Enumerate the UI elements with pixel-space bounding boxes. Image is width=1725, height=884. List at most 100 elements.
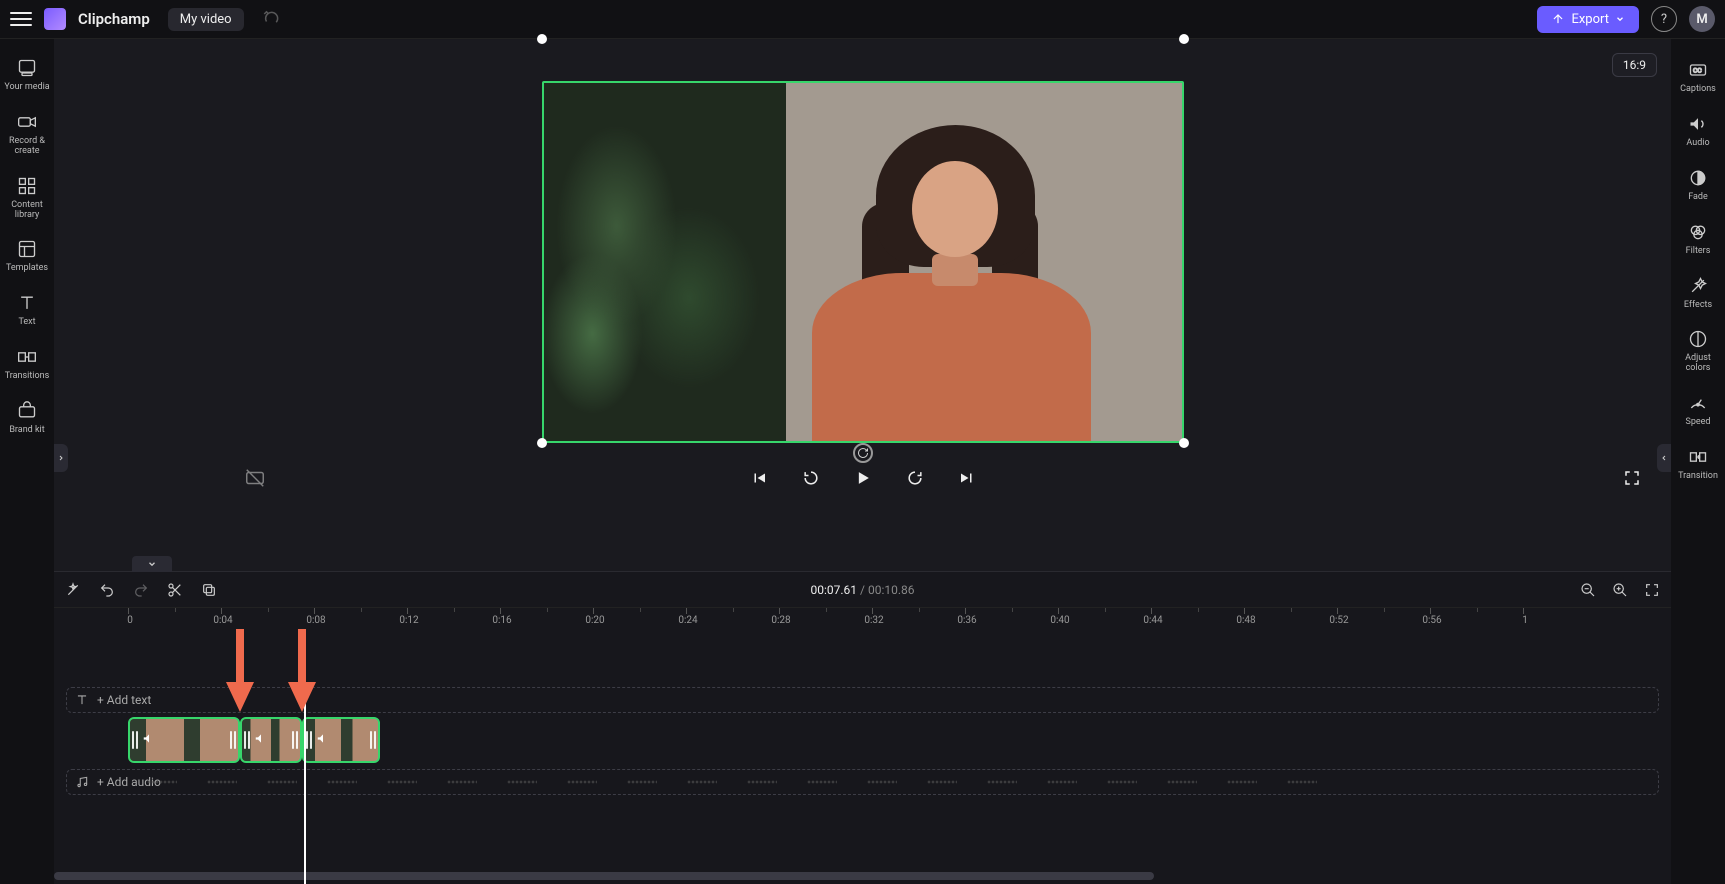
sidebar-item-label: Your media — [4, 83, 49, 93]
brandkit-icon — [16, 400, 38, 422]
video-preview-canvas[interactable] — [542, 81, 1184, 443]
sidebar-item-label: Transitions — [5, 372, 50, 382]
video-clip-2[interactable] — [240, 717, 303, 763]
right-item-effects[interactable]: Effects — [1671, 269, 1725, 321]
preview-frame-content — [544, 83, 1182, 441]
sidebar-item-record-create[interactable]: Record & create — [0, 103, 54, 165]
playback-time-display: 00:07.61 / 00:10.86 — [811, 583, 915, 597]
sidebar-item-your-media[interactable]: Your media — [0, 49, 54, 101]
play-button[interactable] — [852, 467, 874, 489]
sidebar-item-brand-kit[interactable]: Brand kit — [0, 392, 54, 444]
skip-start-button[interactable] — [748, 467, 770, 489]
right-item-transition[interactable]: Transition — [1671, 440, 1725, 492]
filters-icon — [1687, 221, 1709, 243]
video-clip-3[interactable] — [302, 717, 380, 763]
chevron-left-icon — [1660, 453, 1668, 463]
clip-trim-right[interactable] — [368, 719, 378, 761]
help-button[interactable]: ? — [1651, 6, 1677, 32]
clip-volume-icon — [254, 731, 268, 750]
clip-trim-left[interactable] — [130, 719, 140, 761]
right-item-label: Speed — [1685, 418, 1710, 428]
svg-text:CC: CC — [1693, 67, 1702, 75]
export-button[interactable]: Export — [1537, 6, 1639, 33]
resize-handle-top-right[interactable] — [1179, 34, 1189, 44]
sidebar-item-label: Templates — [6, 264, 48, 274]
timeline-collapse-button[interactable] — [132, 556, 172, 572]
right-item-speed[interactable]: Speed — [1671, 386, 1725, 438]
right-item-label: Fade — [1688, 193, 1708, 203]
templates-icon — [16, 238, 38, 260]
clip-trim-left[interactable] — [242, 719, 252, 761]
upload-icon — [1551, 12, 1565, 26]
expand-right-panel-button[interactable] — [1657, 444, 1671, 472]
right-item-audio[interactable]: Audio — [1671, 107, 1725, 159]
project-title[interactable]: My video — [168, 8, 244, 31]
right-item-label: Filters — [1686, 247, 1711, 257]
resize-handle-top-left[interactable] — [537, 34, 547, 44]
hamburger-menu[interactable] — [10, 8, 32, 30]
sidebar-item-label: Brand kit — [9, 426, 44, 436]
scrollbar-thumb[interactable] — [54, 872, 1154, 880]
split-button[interactable] — [166, 581, 184, 599]
zoom-in-button[interactable] — [1611, 581, 1629, 599]
playhead[interactable] — [304, 629, 306, 884]
add-audio-label: + Add audio — [97, 775, 161, 789]
transitions-icon — [16, 346, 38, 368]
right-item-label: Effects — [1684, 301, 1712, 311]
copy-button[interactable] — [200, 581, 218, 599]
text-icon — [75, 693, 89, 707]
sidebar-item-content-library[interactable]: Content library — [0, 167, 54, 229]
right-item-label: Captions — [1680, 85, 1716, 95]
fade-icon — [1687, 167, 1709, 189]
rewind-5s-button[interactable] — [800, 467, 822, 489]
sidebar-item-templates[interactable]: Templates — [0, 230, 54, 282]
current-time: 00:07.61 — [811, 583, 858, 597]
sidebar-item-label: Text — [18, 318, 35, 328]
skip-end-button[interactable] — [956, 467, 978, 489]
magic-tool-button[interactable] — [64, 581, 82, 599]
music-icon — [75, 775, 89, 789]
audio-icon — [1687, 113, 1709, 135]
text-icon — [16, 292, 38, 314]
forward-5s-button[interactable] — [904, 467, 926, 489]
timeline-tracks-area[interactable]: + Add text + Add audio — [54, 629, 1671, 884]
right-item-filters[interactable]: Filters — [1671, 215, 1725, 267]
sync-status-icon — [262, 8, 280, 30]
effects-icon — [1687, 275, 1709, 297]
clip-trim-right[interactable] — [290, 719, 300, 761]
zoom-fit-button[interactable] — [1643, 581, 1661, 599]
video-clip-1[interactable] — [128, 717, 240, 763]
timeline-horizontal-scrollbar[interactable] — [54, 872, 1671, 880]
timeline-ruler[interactable]: 00:040:080:120:160:200:240:280:320:360:4… — [54, 607, 1671, 629]
total-duration: 00:10.86 — [868, 583, 915, 597]
clipchamp-logo — [44, 8, 66, 30]
clip-volume-icon — [316, 731, 330, 750]
media-icon — [16, 57, 38, 79]
adjust-icon — [1687, 328, 1709, 350]
redo-button[interactable] — [132, 581, 150, 599]
right-item-adjust-colors[interactable]: Adjust colors — [1671, 322, 1725, 384]
chevron-down-icon — [1615, 14, 1625, 24]
brand-name: Clipchamp — [78, 10, 150, 28]
library-icon — [16, 175, 38, 197]
fullscreen-button[interactable] — [1623, 469, 1641, 487]
sidebar-item-label: Content library — [2, 201, 52, 221]
cc-icon: CC — [1687, 59, 1709, 81]
undo-button[interactable] — [98, 581, 116, 599]
right-item-captions[interactable]: CC Captions — [1671, 53, 1725, 105]
transition-icon — [1687, 446, 1709, 468]
sidebar-item-transitions[interactable]: Transitions — [0, 338, 54, 390]
captions-off-icon[interactable] — [244, 467, 266, 489]
clip-trim-right[interactable] — [228, 719, 238, 761]
speed-icon — [1687, 392, 1709, 414]
camera-icon — [16, 111, 38, 133]
clip-volume-icon — [142, 731, 156, 750]
add-text-label: + Add text — [97, 693, 151, 707]
right-item-label: Transition — [1678, 472, 1718, 482]
zoom-out-button[interactable] — [1579, 581, 1597, 599]
sidebar-item-label: Record & create — [2, 137, 52, 157]
right-item-fade[interactable]: Fade — [1671, 161, 1725, 213]
aspect-ratio-selector[interactable]: 16:9 — [1612, 53, 1657, 77]
avatar[interactable]: M — [1689, 6, 1715, 32]
sidebar-item-text[interactable]: Text — [0, 284, 54, 336]
